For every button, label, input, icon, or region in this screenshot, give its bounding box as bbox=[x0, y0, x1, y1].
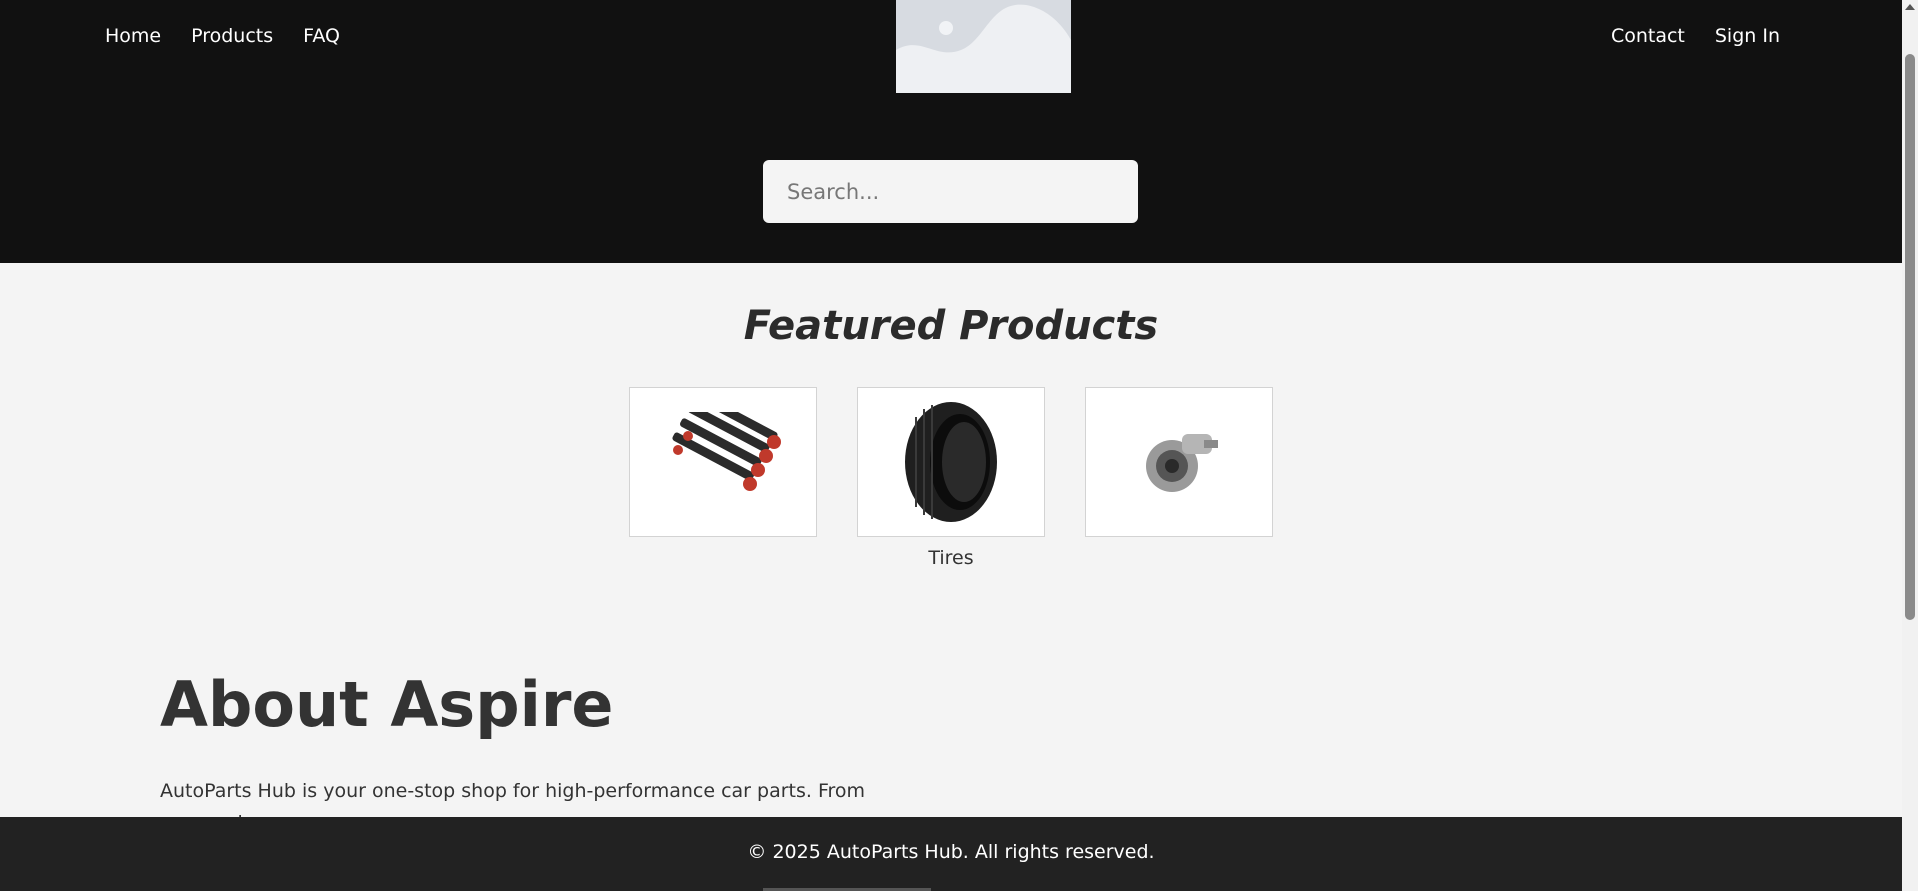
nav-signin-link[interactable]: Sign In bbox=[1715, 24, 1780, 48]
vertical-scrollbar[interactable] bbox=[1902, 0, 1918, 891]
turbocharger-image bbox=[1146, 434, 1218, 492]
site-logo[interactable] bbox=[896, 0, 1071, 93]
scroll-up-arrow-icon[interactable] bbox=[1905, 4, 1915, 10]
nav-faq-link[interactable]: FAQ bbox=[303, 24, 340, 48]
tire-image bbox=[905, 402, 997, 522]
search-input[interactable] bbox=[763, 160, 1138, 223]
product-card[interactable]: Tires bbox=[857, 387, 1045, 569]
nav-contact-link[interactable]: Contact bbox=[1611, 24, 1685, 48]
featured-products-title: Featured Products bbox=[743, 303, 1159, 349]
product-card[interactable] bbox=[629, 387, 817, 569]
nav-left: Home Products FAQ bbox=[105, 24, 340, 48]
product-card[interactable] bbox=[1085, 387, 1273, 569]
nav-home-link[interactable]: Home bbox=[105, 24, 161, 48]
nav-right: Contact Sign In bbox=[1611, 24, 1780, 48]
featured-products-grid: Tires bbox=[629, 387, 1273, 569]
site-header: Home Products FAQ Contact Sign In bbox=[0, 0, 1902, 263]
product-label: Tires bbox=[928, 547, 974, 569]
product-image[interactable] bbox=[857, 387, 1045, 537]
coilover-suspension-image bbox=[672, 412, 781, 491]
image-placeholder-icon bbox=[896, 0, 1071, 93]
product-image[interactable] bbox=[1085, 387, 1273, 537]
product-image[interactable] bbox=[629, 387, 817, 537]
site-footer: © 2025 AutoParts Hub. All rights reserve… bbox=[0, 817, 1902, 891]
about-title: About Aspire bbox=[160, 668, 614, 741]
copyright-text: © 2025 AutoParts Hub. All rights reserve… bbox=[747, 841, 1155, 863]
scrollbar-thumb[interactable] bbox=[1905, 54, 1915, 620]
nav-products-link[interactable]: Products bbox=[191, 24, 273, 48]
